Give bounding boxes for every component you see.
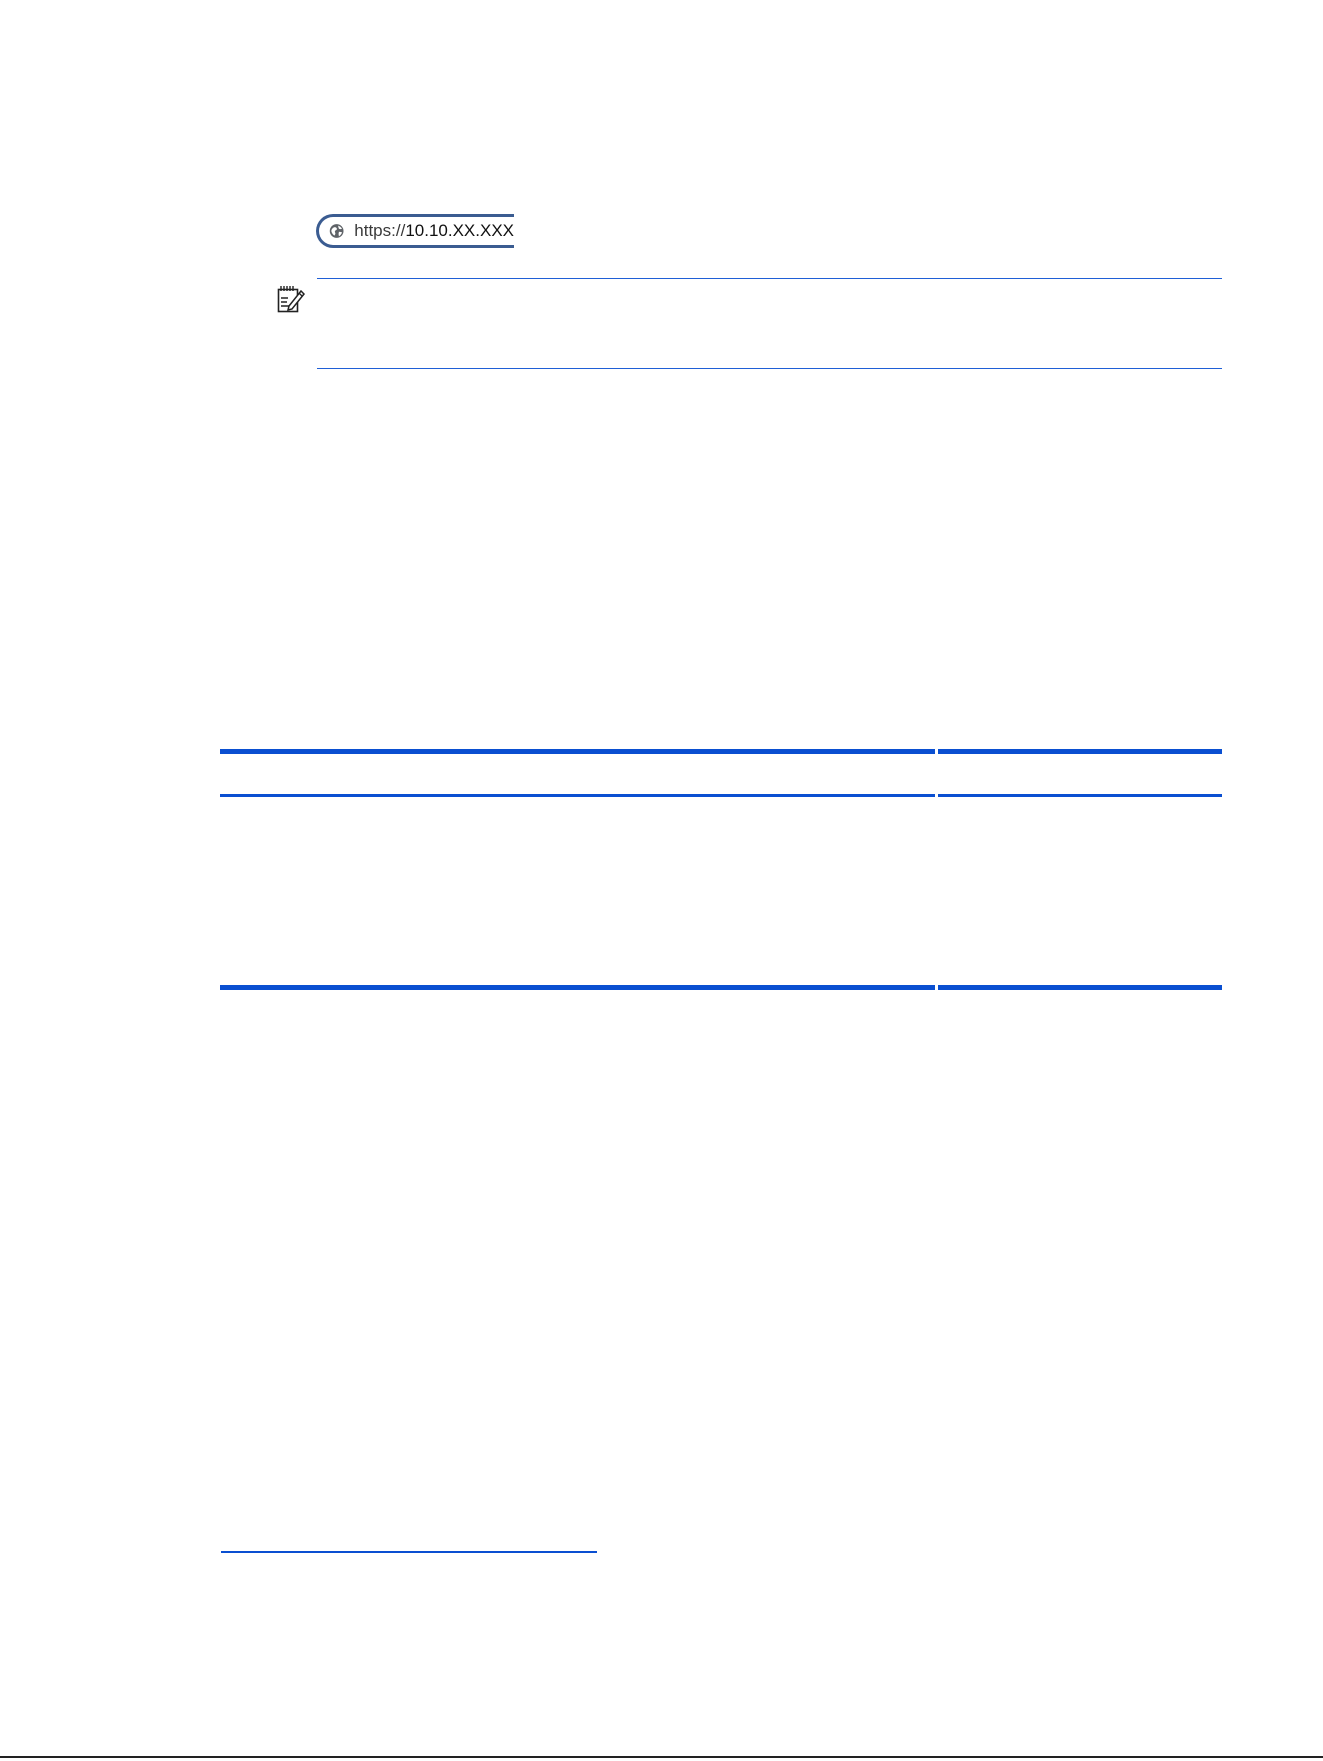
table-top-rule (220, 749, 1222, 754)
address-bar: https://10.10.XX.XXX (316, 214, 514, 248)
table-header-rule (220, 794, 1222, 797)
footnote-separator (221, 1551, 597, 1553)
note-pad-icon (277, 286, 306, 313)
url-scheme: https:// (354, 221, 406, 240)
table-bottom-rule (220, 985, 1222, 990)
table-column-divider (935, 749, 938, 991)
url-host: 10.10.XX.XXX (405, 221, 514, 240)
note-top-rule (317, 278, 1222, 279)
table (220, 749, 1222, 991)
page-bottom-rule (0, 1756, 1323, 1758)
globe-icon (329, 224, 344, 238)
address-bar-url: https://10.10.XX.XXX (354, 221, 514, 241)
note-bottom-rule (317, 368, 1222, 369)
